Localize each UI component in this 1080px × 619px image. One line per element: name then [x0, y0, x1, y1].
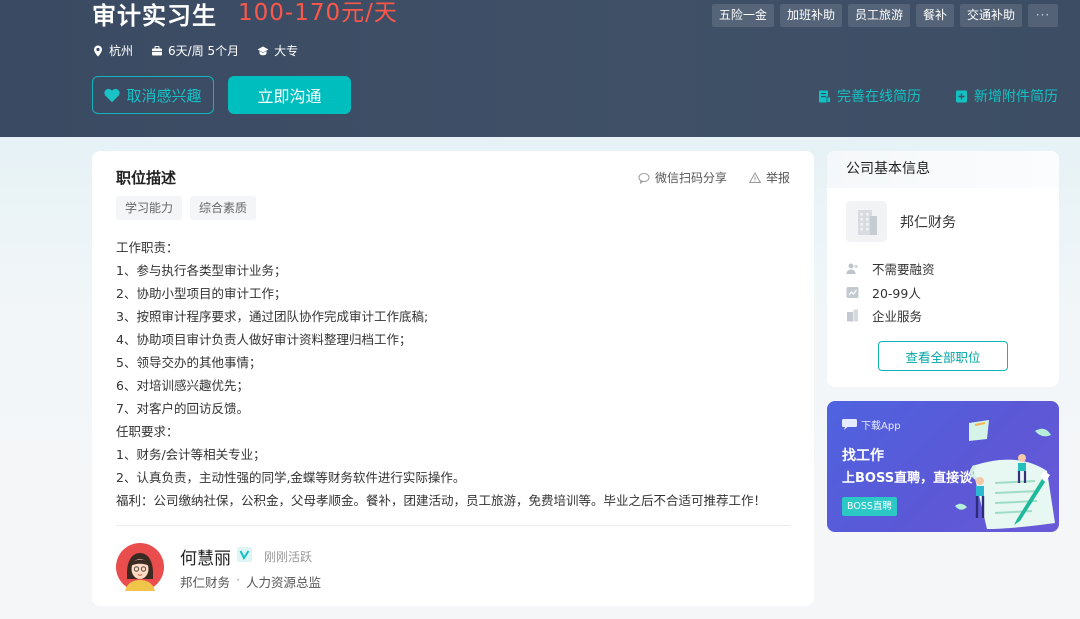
description-line: 任职要求：	[116, 424, 179, 439]
benefit-tag: 五险一金	[711, 4, 774, 27]
benefit-tag: 加班补助	[779, 4, 842, 27]
chat-now-button[interactable]: 立即沟通	[228, 76, 351, 114]
skill-tags: 学习能力 综合素质	[116, 196, 257, 220]
description-line: 1、参与执行各类型审计业务；	[116, 263, 287, 278]
card-actions: 微信扫码分享 举报	[638, 169, 790, 186]
location: 杭州	[92, 42, 133, 59]
description-line: 2、协助小型项目的审计工作；	[116, 286, 287, 301]
industry-text: 企业服务	[872, 309, 923, 324]
recruiter-name: 何慧丽	[180, 549, 231, 569]
recruiter-avatar[interactable]	[116, 543, 164, 591]
description-line: 6、对培训感兴趣优先；	[116, 378, 249, 393]
schedule-text: 6天/周 5个月	[168, 44, 240, 58]
job-header: 审计实习生 100-170元/天 五险一金 加班补助 员工旅游 餐补 交通补助 …	[0, 0, 1080, 137]
company-financing: 不需要融资	[846, 259, 935, 278]
download-app-label: 下载App	[861, 421, 901, 432]
company-name[interactable]: 邦仁财务	[900, 212, 956, 232]
description-line: 5、领导交办的其他事情；	[116, 355, 262, 370]
add-attachment-resume-label: 新增附件简历	[974, 89, 1058, 105]
wechat-share-button[interactable]: 微信扫码分享	[638, 169, 727, 186]
company-industry: 企业服务	[846, 306, 922, 325]
recruiter-company: 邦仁财务	[180, 575, 231, 590]
wechat-share-label: 微信扫码分享	[654, 171, 727, 185]
view-all-jobs-button[interactable]: 查看全部职位	[878, 341, 1008, 371]
report-button[interactable]: 举报	[748, 169, 790, 186]
description-line: 工作职责：	[116, 240, 179, 255]
briefcase-icon	[152, 45, 163, 55]
resume-icon	[819, 90, 831, 103]
complete-resume-label: 完善在线简历	[837, 89, 921, 105]
more-tags-button[interactable]: ···	[1028, 4, 1058, 27]
company-logo[interactable]	[846, 201, 887, 242]
people-icon	[846, 263, 858, 274]
benefit-tags: 五险一金 加班补助 员工旅游 餐补 交通补助 ···	[711, 4, 1058, 27]
find-job-text: 找工作	[842, 448, 884, 464]
job-meta: 杭州 6天/周 5个月 大专	[92, 42, 298, 59]
uninterest-button[interactable]: 取消感兴趣	[92, 76, 214, 114]
job-description-card: 职位描述 微信扫码分享 举报 学习能力 综合素质 工作职责： 1、参与执行各类型…	[92, 151, 814, 606]
job-title: 审计实习生	[92, 2, 217, 30]
separator-dot: ·	[236, 572, 240, 587]
salary: 100-170元/天	[238, 0, 398, 26]
active-status: 刚刚活跃	[264, 550, 313, 564]
warning-icon	[748, 171, 761, 183]
job-illustration	[955, 420, 1055, 529]
company-info-card: 公司基本信息 邦仁财务 不需要融资 20-99人 企业服务 查看全部职位	[827, 151, 1059, 387]
chat-bubble-icon	[638, 172, 650, 184]
education: 大专	[257, 42, 298, 59]
complete-resume-link[interactable]: 完善在线简历	[818, 86, 921, 106]
download-app: 下载App	[842, 417, 901, 432]
location-pin-icon	[94, 45, 102, 56]
benefit-tag: 交通补助	[959, 4, 1022, 27]
divider	[116, 525, 790, 526]
heart-icon	[104, 88, 121, 102]
description-line: 7、对客户的回访反馈。	[116, 401, 249, 416]
section-title: 职位描述	[116, 169, 177, 187]
size-text: 20-99人	[872, 286, 921, 301]
resume-links: 完善在线简历 新增附件简历	[818, 86, 1058, 106]
benefit-tag: 员工旅游	[847, 4, 910, 27]
financing-text: 不需要融资	[872, 262, 935, 277]
add-attachment-resume-link[interactable]: 新增附件简历	[955, 86, 1058, 106]
uninterest-label: 取消感兴趣	[126, 86, 202, 105]
app-download-banner[interactable]: 下载App 找工作 上BOSS直聘，直接谈 BOSS直聘	[827, 401, 1059, 532]
benefit-tag: 餐补	[915, 4, 954, 27]
skill-tag: 学习能力	[116, 196, 183, 220]
skill-tag: 综合素质	[190, 196, 257, 220]
schedule: 6天/周 5个月	[151, 42, 239, 59]
education-text: 大专	[274, 44, 299, 58]
report-label: 举报	[765, 171, 790, 185]
trend-icon	[846, 287, 859, 298]
company-card-header: 公司基本信息	[827, 151, 1059, 188]
verified-icon	[237, 547, 252, 562]
recruiter-info: 邦仁财务 · 人力资源总监	[180, 572, 321, 591]
description-line: 2、认真负责，主动性强的同学,金蝶等财务软件进行实际操作。	[116, 470, 466, 485]
industry-building-icon	[847, 309, 858, 322]
boss-badge: BOSS直聘	[842, 497, 897, 516]
recruiter-position: 人力资源总监	[246, 575, 322, 590]
job-description-text: 工作职责： 1、参与执行各类型审计业务； 2、协助小型项目的审计工作； 3、按照…	[116, 236, 796, 512]
company-size: 20-99人	[846, 283, 921, 302]
description-line: 4、协助项目审计负责人做好审计资料整理归档工作；	[116, 332, 412, 347]
graduation-cap-icon	[257, 46, 269, 55]
description-line: 1、财务/会计等相关专业；	[116, 447, 266, 462]
building-icon	[857, 209, 877, 235]
chat-bubble-icon	[842, 419, 857, 430]
location-text: 杭州	[109, 44, 134, 58]
attachment-resume-icon	[956, 90, 967, 102]
description-line: 福利：公司缴纳社保，公积金，父母孝顺金。餐补，团建活动，员工旅游，免费培训等。毕…	[116, 493, 767, 508]
description-line: 3、按照审计程序要求，通过团队协作完成审计工作底稿;	[116, 309, 429, 324]
